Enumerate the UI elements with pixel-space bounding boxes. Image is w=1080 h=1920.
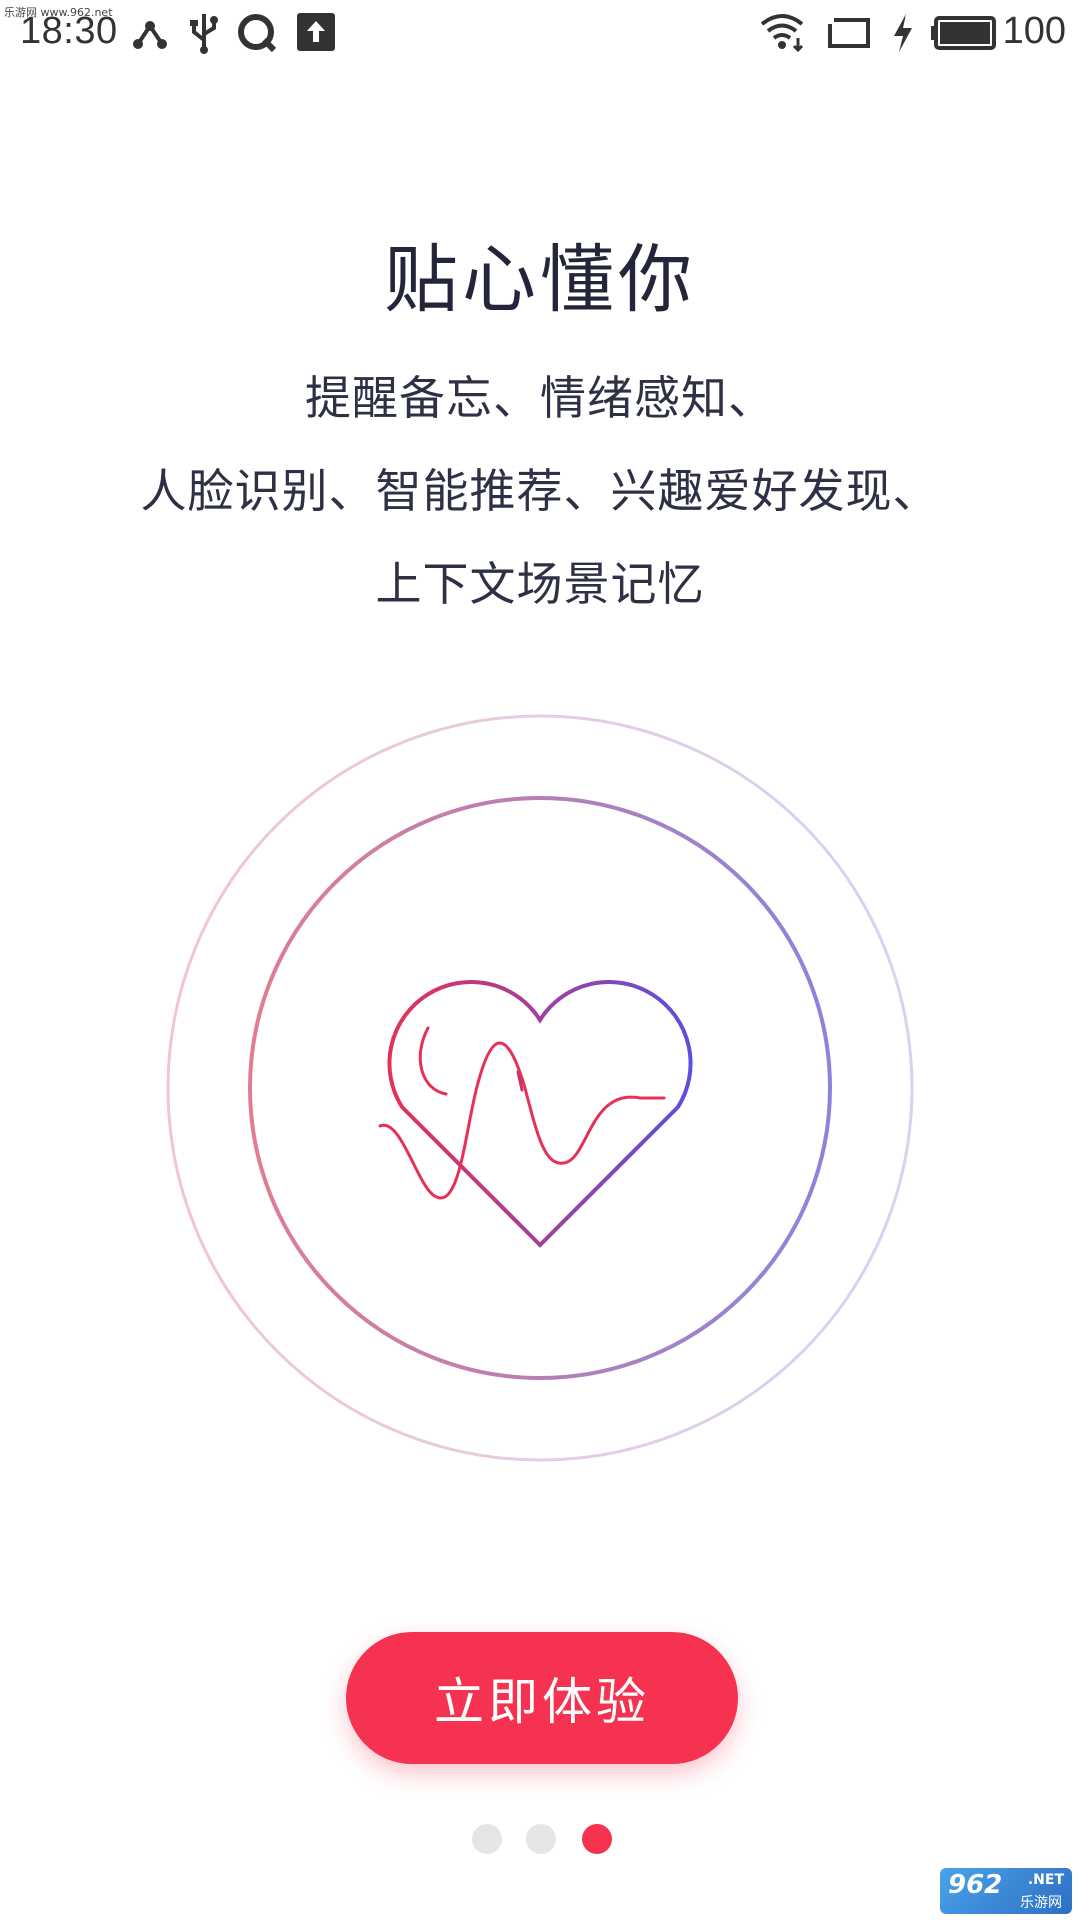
outer-ring	[166, 714, 914, 1462]
wifi-icon	[760, 14, 804, 53]
battery-level: 100	[1002, 10, 1066, 52]
heart-pulse-illustration	[166, 714, 914, 1462]
description-line-3: 上下文场景记忆	[375, 557, 705, 611]
inner-ring	[248, 796, 832, 1380]
description-line-2: 人脸识别、智能推荐、兴趣爱好发现、	[140, 464, 940, 518]
share-nodes-icon	[133, 21, 167, 49]
usb-icon	[190, 14, 218, 54]
description-line-1: 提醒备忘、情绪感知、	[305, 371, 775, 425]
page-indicator	[0, 1824, 1080, 1854]
page-dot-2[interactable]	[526, 1824, 556, 1854]
page-dot-3-active[interactable]	[582, 1824, 612, 1854]
watermark-suffix: .NET	[1027, 1872, 1064, 1888]
battery-icon	[931, 16, 996, 50]
watermark-number: 962	[948, 1870, 1003, 1900]
upload-icon	[297, 13, 335, 51]
try-now-button[interactable]: 立即体验	[346, 1632, 738, 1764]
page-title: 贴心懂你	[384, 237, 696, 323]
status-time: 18:30	[20, 10, 118, 52]
q-app-icon	[238, 14, 277, 53]
page-dot-1[interactable]	[472, 1824, 502, 1854]
charging-bolt-icon	[894, 14, 912, 52]
screen-cast-icon	[828, 18, 870, 48]
status-bar: 18:30 100	[0, 0, 1080, 66]
heart-pulse-icon	[378, 979, 693, 1248]
watermark-name: 乐游网	[1020, 1895, 1062, 1911]
watermark-logo: 962 .NET 乐游网	[940, 1868, 1072, 1914]
